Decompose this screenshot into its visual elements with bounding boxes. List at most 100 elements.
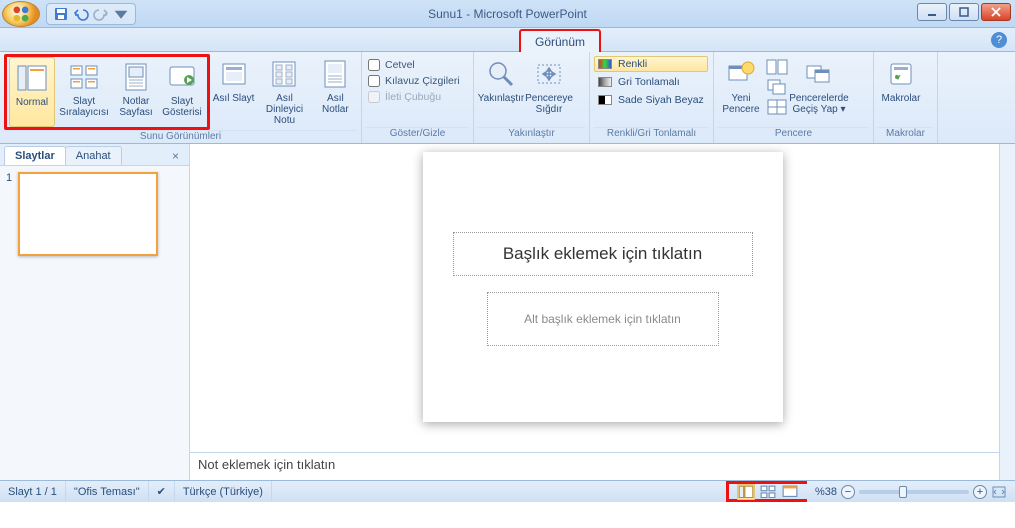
handout-master-icon (268, 58, 300, 90)
notes-page-icon (120, 61, 152, 93)
label: Asıl Notlar (314, 93, 357, 115)
slide-thumbnail[interactable]: 1 (6, 172, 183, 256)
slide-sorter-button[interactable]: Slayt Sıralayıcısı (55, 57, 113, 127)
gridlines-checkbox[interactable]: Kılavuz Çizgileri (366, 74, 462, 88)
switch-windows-button[interactable]: Pencerelerde Geçiş Yap ▾ (790, 54, 848, 124)
group-zoom: Yakınlaştır Pencereye Sığdır Yakınlaştır (474, 52, 590, 143)
minimize-button[interactable] (917, 3, 947, 21)
thumbnails: 1 (0, 166, 189, 480)
label: Asıl Slayt (213, 93, 255, 104)
status-normal-view-icon[interactable] (737, 484, 755, 500)
slide-sorter-icon (68, 61, 100, 93)
notes-pane[interactable]: Not eklemek için tıklatın (190, 452, 1015, 480)
fit-window-button[interactable]: Pencereye Sığdır (526, 54, 572, 124)
tab-outline[interactable]: Anahat (65, 146, 122, 165)
group-show-hide: Cetvel Kılavuz Çizgileri İleti Çubuğu Gö… (362, 52, 474, 143)
normal-view-icon (16, 62, 48, 94)
slideshow-button[interactable]: Slayt Gösterisi (159, 57, 205, 127)
status-language[interactable]: Türkçe (Türkiye) (175, 481, 272, 502)
ruler-checkbox[interactable]: Cetvel (366, 58, 462, 72)
canvas[interactable]: Başlık eklemek için tıklatın Alt başlık … (190, 144, 1015, 452)
status-theme: "Ofis Teması" (66, 481, 149, 502)
label: Notlar Sayfası (113, 96, 159, 118)
label: Makrolar (882, 93, 921, 104)
qat-menu-icon[interactable] (113, 6, 129, 22)
group-label: Pencere (718, 127, 869, 143)
color-button[interactable]: Renkli (594, 56, 708, 72)
slide-preview (18, 172, 158, 256)
group-presentation-views: Normal Slayt Sıralayıcısı Notlar Sayfası… (0, 52, 362, 143)
window-controls (915, 3, 1011, 21)
label: Pencereye Sığdır (525, 93, 573, 115)
tab-slides[interactable]: Slaytlar (4, 146, 66, 165)
grayscale-button[interactable]: Gri Tonlamalı (594, 74, 708, 90)
subtitle-placeholder[interactable]: Alt başlık eklemek için tıklatın (487, 292, 719, 346)
blackwhite-button[interactable]: Sade Siyah Beyaz (594, 92, 708, 108)
status-slideshow-view-icon[interactable] (781, 484, 799, 500)
ribbon: Normal Slayt Sıralayıcısı Notlar Sayfası… (0, 52, 1015, 144)
panel-close-icon[interactable]: × (168, 147, 183, 165)
ribbon-tabs: Görünüm ? (0, 28, 1015, 52)
normal-view-button[interactable]: Normal (9, 57, 55, 127)
split-icon[interactable] (766, 98, 788, 116)
slide-master-icon (218, 58, 250, 90)
arrange-all-icon[interactable] (766, 58, 788, 76)
tab-view[interactable]: Görünüm (519, 29, 601, 52)
gray-swatch-icon (598, 77, 612, 87)
maximize-button[interactable] (949, 3, 979, 21)
label: Gri Tonlamalı (618, 76, 680, 88)
group-label: Renkli/Gri Tonlamalı (594, 127, 709, 143)
zoom-in-button[interactable]: + (973, 485, 987, 499)
undo-icon[interactable] (73, 6, 89, 22)
help-icon[interactable]: ? (991, 32, 1007, 48)
slide[interactable]: Başlık eklemek için tıklatın Alt başlık … (423, 152, 783, 422)
status-spellcheck[interactable]: ✔ (149, 481, 175, 502)
workspace: Slaytlar Anahat × 1 Başlık eklemek için … (0, 144, 1015, 480)
status-sorter-view-icon[interactable] (759, 484, 777, 500)
window-title: Sunu1 - Microsoft PowerPoint (0, 7, 1015, 21)
macros-button[interactable]: Makrolar (878, 54, 924, 124)
zoom-slider[interactable] (859, 490, 969, 494)
zoom-slider-thumb[interactable] (899, 486, 907, 498)
title-placeholder[interactable]: Başlık eklemek için tıklatın (453, 232, 753, 276)
label: Slayt Gösterisi (159, 96, 205, 118)
messagebar-checkbox: İleti Çubuğu (366, 90, 462, 104)
notes-master-button[interactable]: Asıl Notlar (314, 54, 357, 124)
office-button[interactable] (2, 1, 40, 27)
label: Normal (16, 97, 48, 108)
slides-panel: Slaytlar Anahat × 1 (0, 144, 190, 480)
spellcheck-icon: ✔ (157, 485, 166, 498)
notes-master-icon (319, 58, 351, 90)
slide-master-button[interactable]: Asıl Slayt (212, 54, 255, 124)
group-window: Yeni Pencere Pencerelerde Geçiş Yap ▾ Pe… (714, 52, 874, 143)
zoom-controls: %38 − + (807, 481, 1015, 502)
label: Yakınlaştır (478, 93, 525, 104)
group-color-grayscale: Renkli Gri Tonlamalı Sade Siyah Beyaz Re… (590, 52, 714, 143)
label: Asıl Dinleyici Notu (257, 93, 312, 126)
fit-to-window-icon[interactable] (991, 484, 1007, 500)
zoom-button[interactable]: Yakınlaştır (478, 54, 524, 124)
zoom-out-button[interactable]: − (841, 485, 855, 499)
label: İleti Çubuğu (385, 91, 441, 103)
notes-page-button[interactable]: Notlar Sayfası (113, 57, 159, 127)
close-button[interactable] (981, 3, 1011, 21)
bw-swatch-icon (598, 95, 612, 105)
color-swatch-icon (598, 59, 612, 69)
macros-icon (885, 58, 917, 90)
cascade-icon[interactable] (766, 78, 788, 96)
handout-master-button[interactable]: Asıl Dinleyici Notu (257, 54, 312, 124)
save-icon[interactable] (53, 6, 69, 22)
new-window-button[interactable]: Yeni Pencere (718, 54, 764, 124)
label: Yeni Pencere (718, 93, 764, 115)
label: Slayt Sıralayıcısı (55, 96, 113, 118)
redo-icon[interactable] (93, 6, 109, 22)
quick-access-toolbar (46, 3, 136, 25)
group-label: Makrolar (878, 127, 933, 143)
zoom-value[interactable]: %38 (815, 486, 837, 498)
group-macros: Makrolar Makrolar (874, 52, 938, 143)
status-bar: Slayt 1 / 1 "Ofis Teması" ✔ Türkçe (Türk… (0, 480, 1015, 502)
slideshow-icon (166, 61, 198, 93)
highlight-views: Normal Slayt Sıralayıcısı Notlar Sayfası… (4, 54, 210, 130)
vertical-scrollbar[interactable] (999, 144, 1015, 480)
group-label: Sunu Görünümleri (4, 130, 357, 143)
